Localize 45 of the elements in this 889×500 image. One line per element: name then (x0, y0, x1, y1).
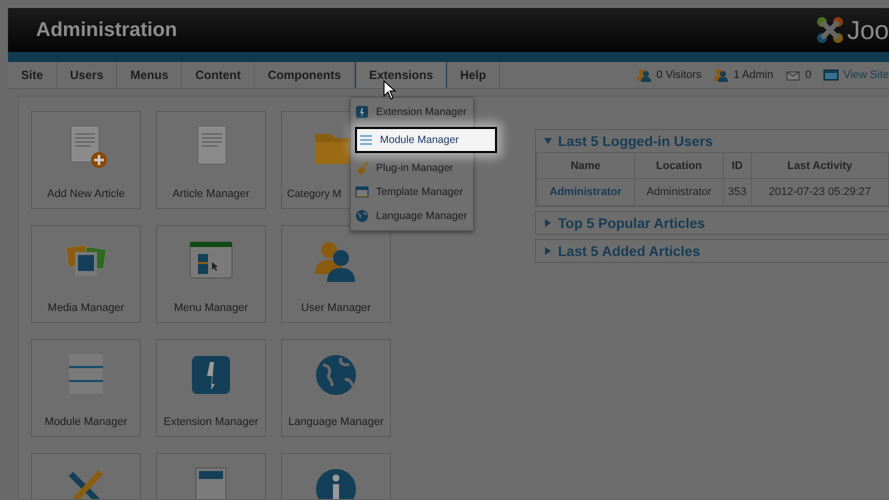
window-icon (823, 67, 840, 83)
column-header: Name (536, 152, 635, 178)
dropdown-item[interactable]: Module Manager (355, 127, 497, 153)
shortcut-tile[interactable]: User Manager (281, 225, 391, 323)
page-title: Administration (36, 18, 178, 42)
status-text: 0 (805, 69, 812, 81)
collapse-arrow-icon (544, 137, 552, 145)
globe-icon (355, 209, 369, 223)
menu-tab[interactable]: Menus (117, 62, 182, 88)
shortcut-tile[interactable]: Media Manager (31, 225, 141, 323)
plug-icon (355, 161, 369, 175)
cursor-icon (383, 80, 397, 101)
status-text: 1 Admin (733, 69, 774, 81)
table-cell: Administrator (634, 178, 724, 206)
view-site-link[interactable]: View Site (843, 69, 889, 81)
menu-tab[interactable]: Site (8, 62, 58, 88)
column-header: Location (634, 152, 724, 178)
expand-arrow-icon (544, 219, 552, 227)
expand-arrow-icon (544, 247, 552, 255)
panel-header[interactable]: Top 5 Popular Articles (536, 212, 889, 234)
shortcut-tile[interactable]: Language Manager (281, 339, 391, 437)
users-icon (713, 67, 730, 83)
shortcut-tile[interactable]: Menu Manager (156, 225, 266, 323)
column-header: ID (723, 152, 752, 178)
status-text: 0 Visitors (656, 69, 702, 81)
window-icon (355, 185, 369, 199)
menu-tab[interactable]: Users (57, 62, 118, 88)
table-cell: 353 (723, 178, 752, 206)
logo-icon (815, 15, 846, 45)
logo-text: Joo (847, 14, 889, 46)
user-link[interactable]: Administrator (536, 178, 635, 206)
table-cell: 2012-07-23 05:29:27 (751, 178, 888, 206)
column-header: Last Activity (751, 152, 888, 178)
stacked-bars-icon (359, 133, 373, 147)
shortcut-tile[interactable]: Add New Article (31, 111, 141, 209)
menu-tab[interactable]: Extensions (355, 62, 448, 88)
shortcut-tile[interactable]: Module Manager (31, 339, 141, 437)
menu-tab[interactable]: Help (447, 62, 500, 88)
panel-header[interactable]: Last 5 Added Articles (536, 240, 889, 262)
shortcut-tile[interactable]: Extension Manager (156, 339, 266, 437)
lightning-icon (355, 105, 369, 119)
users-icon (636, 67, 652, 83)
shortcut-tile[interactable]: Article Manager (156, 111, 266, 209)
panel-header[interactable]: Last 5 Logged-in Users (536, 130, 889, 152)
menu-tab[interactable]: Content (182, 62, 255, 88)
